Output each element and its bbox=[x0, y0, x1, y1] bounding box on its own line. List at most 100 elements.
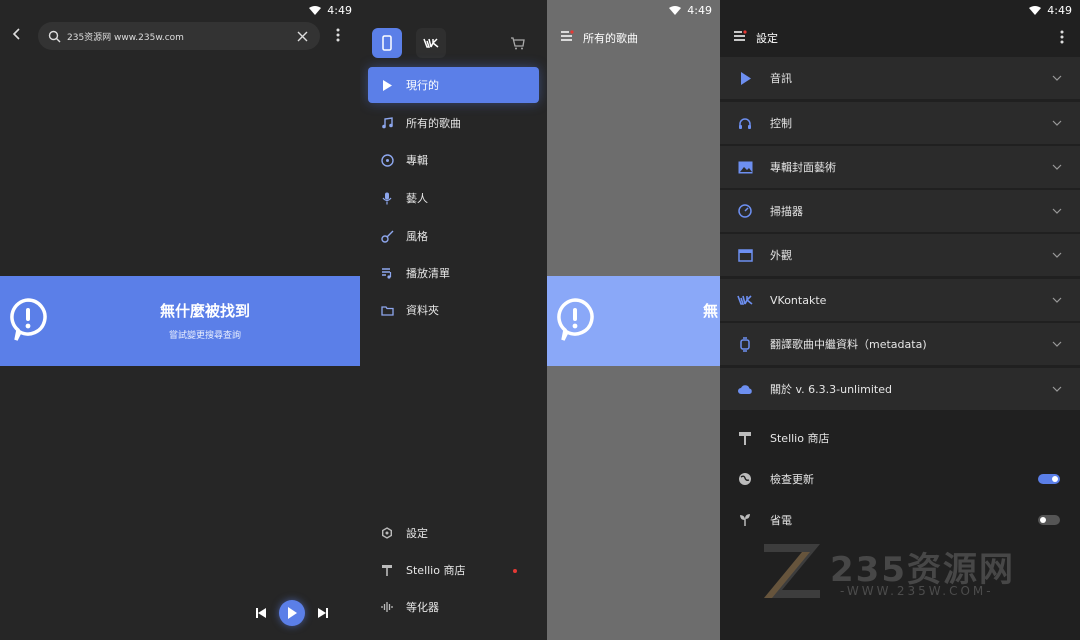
settings-section-controls[interactable]: 控制 bbox=[720, 102, 1080, 144]
nav-item-genres[interactable]: 風格 bbox=[368, 218, 539, 254]
nav-item-playlists[interactable]: 播放清單 bbox=[368, 255, 539, 291]
notification-dot bbox=[513, 569, 517, 573]
cloud-icon bbox=[738, 384, 752, 394]
settings-section-scanner[interactable]: 掃描器 bbox=[720, 190, 1080, 232]
nav-item-label: 等化器 bbox=[406, 601, 439, 614]
check-updates-toggle[interactable] bbox=[1038, 474, 1060, 484]
settings-section-audio[interactable]: 音訊 bbox=[720, 57, 1080, 99]
chevron-down-icon bbox=[1052, 386, 1062, 392]
nav-item-label: 現行的 bbox=[406, 79, 439, 92]
nav-item-folders[interactable]: 資料夾 bbox=[368, 292, 539, 328]
settings-screen: 4:49 設定 音訊 控制 專輯封面藝術 掃描器 外觀 VKontakte 翻譯 bbox=[720, 0, 1080, 640]
nav-item-label: 設定 bbox=[406, 527, 428, 540]
nav-item-label: 播放清單 bbox=[406, 267, 450, 280]
local-library-tab[interactable] bbox=[372, 28, 402, 58]
navigation-drawer: 現行的 所有的歌曲 專輯 藝人 風格 播放清單 資料夾 設定 Stellio 商… bbox=[360, 0, 547, 640]
status-time: 4:49 bbox=[687, 3, 712, 17]
previous-icon[interactable] bbox=[255, 607, 267, 619]
nav-item-label: 資料夾 bbox=[406, 304, 439, 317]
nav-item-albums[interactable]: 專輯 bbox=[368, 142, 539, 178]
nav-item-artists[interactable]: 藝人 bbox=[368, 180, 539, 216]
watch-icon bbox=[740, 336, 750, 352]
plant-icon bbox=[740, 514, 750, 526]
settings-section-album-art[interactable]: 專輯封面藝術 bbox=[720, 146, 1080, 188]
chevron-down-icon bbox=[1052, 341, 1062, 347]
equalizer-icon bbox=[380, 602, 393, 612]
play-icon bbox=[740, 71, 751, 85]
chevron-down-icon bbox=[1052, 164, 1062, 170]
more-vertical-icon bbox=[336, 28, 340, 42]
more-menu-button[interactable] bbox=[336, 28, 340, 42]
nav-item-label: 風格 bbox=[406, 230, 428, 243]
nav-item-current[interactable]: 現行的 bbox=[368, 67, 539, 103]
arrow-left-icon bbox=[12, 28, 20, 40]
status-bar: 4:49 bbox=[1029, 0, 1080, 20]
clear-icon[interactable] bbox=[297, 31, 308, 42]
power-saving-toggle[interactable] bbox=[1038, 515, 1060, 525]
window-icon bbox=[737, 248, 753, 262]
settings-section-vkontakte[interactable]: VKontakte bbox=[720, 279, 1080, 321]
nav-item-settings[interactable]: 設定 bbox=[368, 515, 539, 551]
settings-item-power-saving[interactable]: 省電 bbox=[720, 500, 1080, 540]
menu-icon bbox=[734, 30, 747, 41]
nav-item-label: 所有的歌曲 bbox=[406, 117, 461, 130]
settings-section-about[interactable]: 關於 v. 6.3.3-unlimited bbox=[720, 368, 1080, 410]
search-bar[interactable]: 235资源网 www.235w.com bbox=[38, 22, 320, 50]
wifi-icon bbox=[1029, 5, 1042, 15]
watermark-logo bbox=[762, 540, 822, 600]
settings-section-appearance[interactable]: 外觀 bbox=[720, 234, 1080, 276]
search-screen: 4:49 235资源网 www.235w.com 無什麼被找到 嘗試變更搜尋查詢 bbox=[0, 0, 360, 640]
cart-icon bbox=[511, 37, 525, 50]
chevron-down-icon bbox=[1052, 252, 1062, 258]
page-title: 設定 bbox=[756, 32, 778, 45]
chevron-down-icon bbox=[1052, 208, 1062, 214]
playlist-icon bbox=[382, 268, 392, 279]
mini-player bbox=[255, 600, 329, 626]
chevron-down-icon bbox=[1052, 75, 1062, 81]
menu-button[interactable] bbox=[560, 30, 574, 42]
settings-section-label: 翻譯歌曲中繼資料（metadata) bbox=[770, 338, 927, 351]
wifi-icon bbox=[669, 5, 682, 15]
vk-icon bbox=[423, 38, 439, 48]
chevron-down-icon bbox=[1052, 120, 1062, 126]
settings-item-label: Stellio 商店 bbox=[770, 432, 830, 445]
paint-roller-icon bbox=[739, 431, 751, 445]
watermark-subtext: -WWW.235W.COM- bbox=[840, 584, 994, 598]
disc-icon bbox=[380, 153, 394, 167]
wifi-icon bbox=[309, 5, 322, 15]
search-input[interactable]: 235资源网 www.235w.com bbox=[67, 30, 297, 43]
empty-state-title: 無什麼被找到 bbox=[159, 302, 250, 320]
globe-icon bbox=[739, 473, 751, 485]
more-vertical-icon bbox=[1060, 30, 1064, 44]
settings-section-label: 音訊 bbox=[770, 72, 792, 85]
settings-item-check-updates[interactable]: 檢查更新 bbox=[720, 459, 1080, 499]
scanner-icon bbox=[738, 204, 752, 218]
empty-state-title: 無 bbox=[703, 302, 719, 320]
nav-item-label: 藝人 bbox=[406, 192, 428, 205]
phone-icon bbox=[382, 35, 392, 51]
next-icon[interactable] bbox=[317, 607, 329, 619]
nav-item-equalizer[interactable]: 等化器 bbox=[368, 589, 539, 625]
menu-button[interactable] bbox=[733, 30, 747, 42]
vk-tab[interactable] bbox=[416, 28, 446, 58]
vk-icon bbox=[737, 295, 753, 305]
empty-state-banner bbox=[0, 276, 360, 366]
settings-section-metadata[interactable]: 翻譯歌曲中繼資料（metadata) bbox=[720, 323, 1080, 365]
back-button[interactable] bbox=[10, 27, 24, 41]
settings-item-store[interactable]: Stellio 商店 bbox=[720, 418, 1080, 458]
play-icon bbox=[383, 79, 392, 91]
status-bar: 4:49 bbox=[669, 0, 720, 20]
folder-icon bbox=[380, 305, 394, 316]
guitar-icon bbox=[380, 230, 393, 243]
play-button[interactable] bbox=[279, 600, 305, 626]
status-time: 4:49 bbox=[1047, 3, 1072, 17]
settings-item-label: 檢查更新 bbox=[770, 473, 814, 486]
microphone-icon bbox=[382, 192, 392, 204]
all-songs-screen-dimmed: 4:49 所有的歌曲 無 bbox=[547, 0, 720, 640]
headphones-icon bbox=[739, 117, 751, 129]
status-time: 4:49 bbox=[327, 3, 352, 17]
nav-item-all-songs[interactable]: 所有的歌曲 bbox=[368, 105, 539, 141]
empty-state-subtitle: 嘗試變更搜尋查詢 bbox=[168, 331, 241, 341]
more-menu-button[interactable] bbox=[1060, 30, 1064, 44]
cart-button[interactable] bbox=[510, 36, 526, 50]
